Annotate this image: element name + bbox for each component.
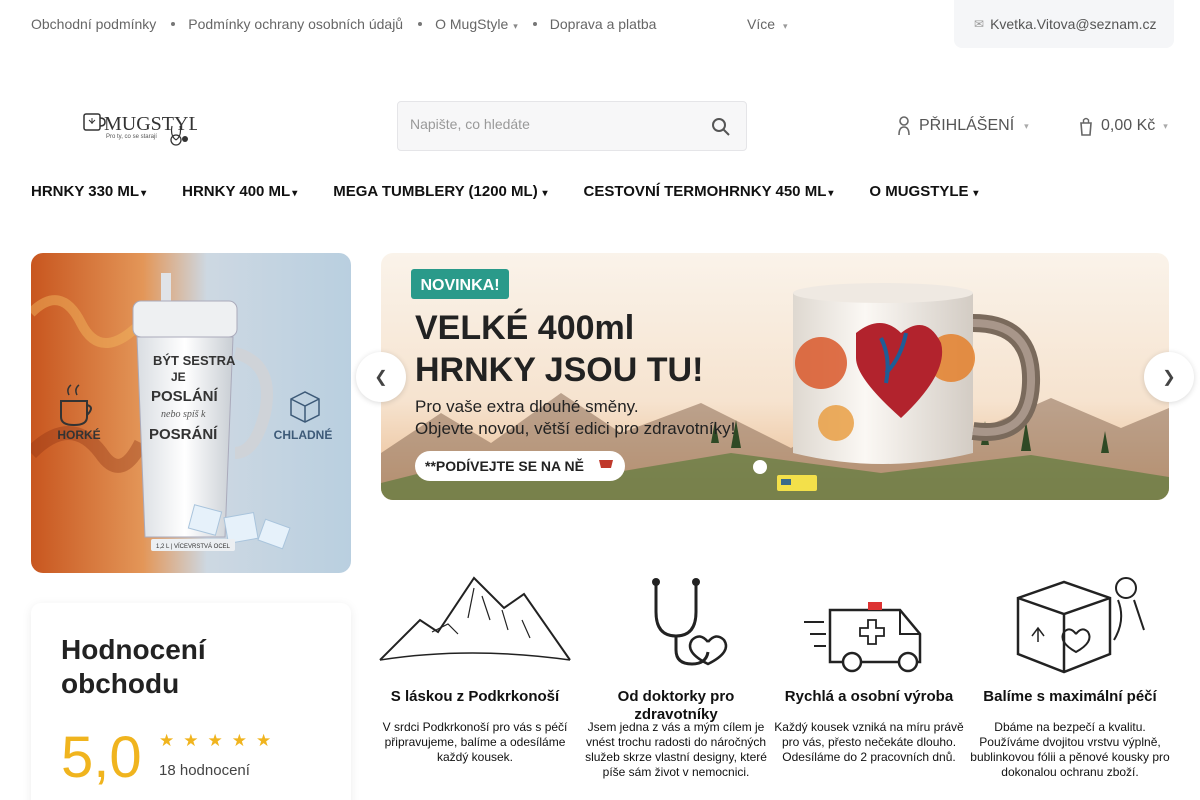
chevron-down-icon: ▾	[513, 21, 518, 31]
feature-item: Rychlá a osobní výroba Každý kousek vzni…	[774, 548, 964, 800]
user-account-box[interactable]: ✉ Kvetka.Vitova@seznam.cz	[954, 0, 1174, 48]
chevron-left-icon: ❮	[374, 369, 388, 386]
envelope-icon: ✉	[974, 17, 985, 31]
chevron-down-icon: ▾	[828, 188, 834, 199]
cart-total: 0,00 Kč	[1101, 117, 1156, 134]
more-links-label: Více	[747, 16, 776, 32]
hero-headline-1: VELKÉ 400ml	[415, 309, 634, 347]
chevron-down-icon: ▾	[141, 188, 147, 199]
site-logo[interactable]: MUGSTYLE Pro ty, co se starají	[82, 106, 213, 148]
star-icon: ★	[231, 731, 247, 750]
star-icon: ★	[183, 731, 199, 750]
search-button[interactable]	[710, 116, 732, 138]
hero-badge: NOVINKA!	[420, 277, 499, 294]
hero-sub-2: Objevte novou, větší edici pro zdravotní…	[415, 419, 735, 438]
stethoscope-icon	[652, 578, 728, 666]
features-strip: S láskou z Podkrkonoší V srdci Podkrkono…	[368, 548, 1180, 800]
nav-item-mugs-400[interactable]: HRNKY 400 ML ▾	[182, 183, 297, 200]
hot-label: HORKÉ	[57, 427, 100, 442]
nav-item-label: O MUGSTYLE	[869, 183, 969, 200]
feature-title: S láskou z Podkrkonoší	[390, 688, 560, 705]
svg-text:POSRÁNÍ: POSRÁNÍ	[149, 426, 218, 443]
feature-desc: V srdci Podkrkonoší pro vás s péčí připr…	[382, 720, 568, 764]
rating-score: 5,0	[61, 725, 142, 790]
chevron-down-icon: ▾	[783, 21, 788, 31]
main-navigation: HRNKY 330 ML ▾ HRNKY 400 ML ▾ MEGA TUMBLER…	[31, 183, 1014, 200]
cart-icon	[1080, 117, 1092, 136]
svg-text:POSLÁNÍ: POSLÁNÍ	[151, 388, 219, 405]
feature-item: S láskou z Podkrkonoší V srdci Podkrkono…	[372, 548, 578, 800]
chevron-down-icon: ▾	[1163, 120, 1168, 131]
star-icon: ★	[207, 731, 223, 750]
svg-text:nebo spíš k: nebo spíš k	[161, 409, 206, 420]
ambulance-icon	[804, 602, 922, 673]
hero-sub-1: Pro vaše extra dlouhé směny.	[415, 397, 639, 416]
search-input[interactable]	[410, 116, 690, 132]
feature-desc: Jsem jedna z vás a mým cílem je vnést tr…	[585, 720, 767, 779]
top-link-privacy[interactable]: Podmínky ochrany osobních údajů	[188, 16, 403, 32]
feature-title: Rychlá a osobní výroba	[784, 688, 954, 705]
separator-dot	[171, 22, 176, 26]
nav-item-travel-mugs[interactable]: CESTOVNÍ TERMOHRNKY 450 ML ▾	[584, 183, 834, 200]
search-icon	[712, 118, 730, 136]
rating-stars: ★ ★ ★ ★ ★	[159, 731, 280, 751]
cart-button[interactable]: 0,00 Kč ▾	[1080, 116, 1168, 136]
separator-dot	[418, 22, 423, 26]
feature-item: Balíme s maximální péčí Dbáme na bezpečí…	[966, 548, 1174, 800]
hero-banner-image: NOVINKA! VELKÉ 400ml HRNKY JSOU TU! Pro …	[381, 253, 1169, 500]
chevron-down-icon: ▾	[539, 188, 548, 199]
login-button[interactable]: PŘIHLÁŠENÍ ▾	[898, 116, 1029, 136]
top-bar: Obchodní podmínky Podmínky ochrany osobn…	[0, 0, 1200, 50]
chevron-down-icon: ▾	[292, 188, 298, 199]
more-links-dropdown[interactable]: Více ▾	[747, 16, 788, 32]
feature-title: Balíme s maximální péčí	[983, 688, 1157, 705]
carousel-prev-button[interactable]: ❮	[356, 352, 406, 402]
nav-item-about[interactable]: O MUGSTYLE ▾	[869, 183, 978, 200]
nav-item-label: MEGA TUMBLERY (1200 ML)	[333, 183, 538, 200]
tumbler-promo-banner[interactable]: BÝT SESTRA JE POSLÁNÍ nebo spíš k POSRÁN…	[31, 253, 351, 573]
user-email: Kvetka.Vitova@seznam.cz	[990, 16, 1157, 32]
top-link-terms[interactable]: Obchodní podmínky	[31, 16, 156, 32]
nav-item-label: CESTOVNÍ TERMOHRNKY 450 ML	[583, 183, 827, 200]
top-link-about[interactable]: O MugStyle ▾	[435, 16, 518, 32]
svg-text:Pro ty, co se starají: Pro ty, co se starají	[106, 134, 157, 140]
feature-item: Od doktorky pro zdravotníky Jsem jedna z…	[580, 548, 772, 800]
carousel-dot-active[interactable]	[753, 460, 767, 474]
top-links: Obchodní podmínky Podmínky ochrany osobn…	[31, 16, 656, 32]
hero-carousel-slide[interactable]: NOVINKA! VELKÉ 400ml HRNKY JSOU TU! Pro …	[381, 253, 1169, 500]
chevron-down-icon: ▾	[970, 188, 979, 199]
tumbler-promo-image: BÝT SESTRA JE POSLÁNÍ nebo spíš k POSRÁN…	[31, 253, 351, 573]
promo-badge-text: 1,2 L | VÍCEVRSTVÁ OCEL	[156, 543, 231, 550]
star-icon: ★	[159, 731, 175, 750]
svg-text:MUGSTYLE: MUGSTYLE	[104, 113, 197, 135]
login-label: PŘIHLÁŠENÍ	[919, 117, 1015, 134]
star-icon: ★	[256, 731, 272, 750]
nav-item-label: HRNKY 330 ML	[31, 183, 140, 200]
mugstyle-logo-image: MUGSTYLE Pro ty, co se starají	[83, 113, 213, 146]
svg-text:BÝT SESTRA: BÝT SESTRA	[153, 353, 236, 368]
nav-item-label: HRNKY 400 ML	[182, 183, 291, 200]
nav-item-mega-tumblers[interactable]: MEGA TUMBLERY (1200 ML) ▾	[333, 183, 547, 200]
hero-headline-2: HRNKY JSOU TU!	[415, 351, 703, 389]
feature-desc: Dbáme na bezpečí a kvalitu. Používáme dv…	[970, 720, 1170, 779]
mountains-icon	[379, 576, 571, 661]
package-icon	[1016, 577, 1145, 674]
top-link-shipping[interactable]: Doprava a platba	[550, 16, 657, 32]
feature-title: Od doktorky pro zdravotníky	[617, 688, 735, 723]
chevron-right-icon: ❯	[1162, 369, 1176, 386]
separator-dot	[532, 22, 537, 26]
top-link-about-label: O MugStyle	[435, 16, 509, 32]
store-rating-card: Hodnocení obchodu 5,0 ★ ★ ★ ★ ★ 18 hodno…	[31, 603, 351, 800]
feature-desc: Každý kousek vzniká na míru právě pro vá…	[774, 720, 964, 764]
user-icon	[898, 116, 910, 136]
nav-item-mugs-330[interactable]: HRNKY 330 ML ▾	[31, 183, 146, 200]
carousel-next-button[interactable]: ❯	[1144, 352, 1194, 402]
rating-count[interactable]: 18 hodnocení	[159, 762, 250, 779]
svg-text:JE: JE	[171, 370, 186, 384]
rating-title: Hodnocení obchodu	[61, 634, 206, 699]
chevron-down-icon: ▾	[1024, 120, 1029, 131]
hero-cta[interactable]: **PODÍVEJTE SE NA NĚ	[425, 457, 584, 474]
cold-label: CHLADNÉ	[274, 427, 333, 442]
search-box	[397, 101, 747, 151]
